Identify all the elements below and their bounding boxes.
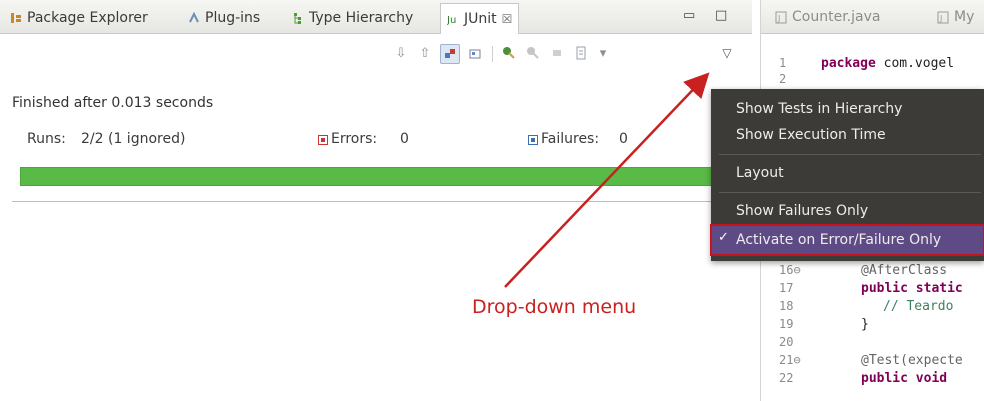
annotation-label: Drop-down menu: [472, 296, 637, 318]
annotation-arrow: [504, 72, 710, 288]
